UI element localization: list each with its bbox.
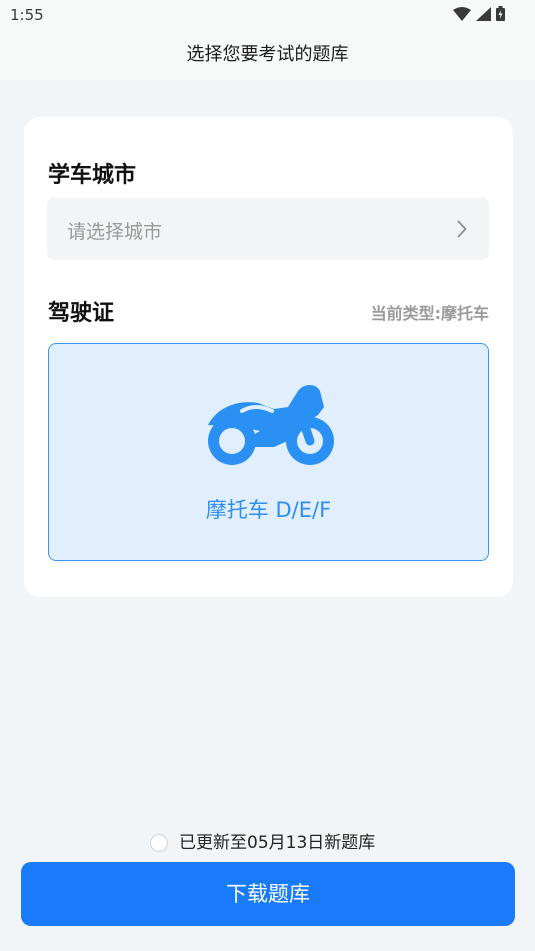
- license-section-title: 驾驶证: [48, 301, 115, 326]
- selection-card: 学车城市 请选择城市 驾驶证 当前类型:摩托车 摩托车 D/E/F: [24, 117, 513, 597]
- download-button[interactable]: 下载题库: [21, 862, 515, 926]
- status-time: 1:55: [10, 6, 44, 24]
- license-option-motorcycle[interactable]: 摩托车 D/E/F: [48, 343, 489, 561]
- current-type-label: 当前类型:摩托车: [370, 304, 489, 323]
- city-select[interactable]: 请选择城市: [47, 198, 489, 260]
- motorcycle-icon: [208, 385, 334, 465]
- update-status-text: 已更新至05月13日新题库: [179, 833, 376, 853]
- agree-radio[interactable]: [150, 834, 168, 852]
- status-icons: [453, 6, 505, 21]
- license-option-label: 摩托车 D/E/F: [205, 498, 332, 522]
- page-title: 选择您要考试的题库: [0, 30, 535, 80]
- chevron-right-icon: [457, 220, 467, 238]
- city-placeholder: 请选择城市: [67, 221, 163, 243]
- status-bar: 1:55: [0, 0, 535, 30]
- city-section-title: 学车城市: [48, 163, 137, 188]
- battery-charging-icon: [496, 6, 505, 21]
- update-row: 已更新至05月13日新题库: [0, 827, 535, 853]
- wifi-icon: [453, 6, 471, 21]
- signal-icon: [476, 6, 491, 21]
